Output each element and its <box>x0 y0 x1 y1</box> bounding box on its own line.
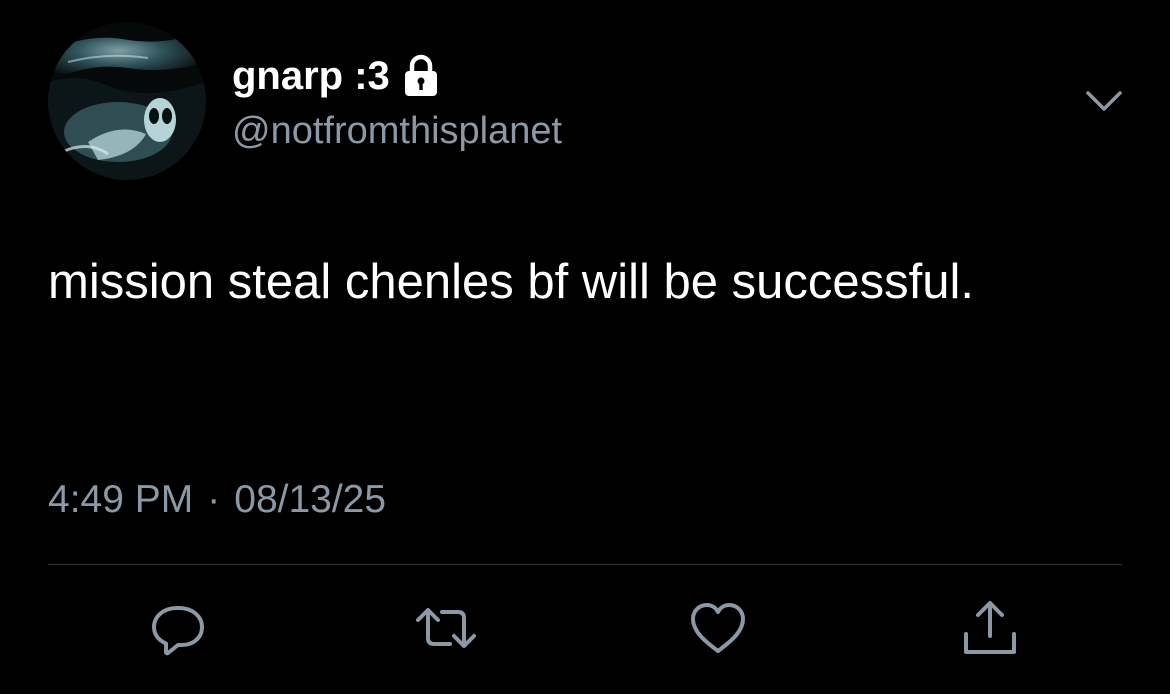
retweet-icon <box>416 608 476 648</box>
user-handle[interactable]: @notfromthisplanet <box>232 108 562 154</box>
reply-icon <box>152 606 204 656</box>
meta-separator: · <box>207 478 221 521</box>
alien-ultrasound-avatar-image <box>48 22 206 180</box>
avatar[interactable] <box>48 22 206 180</box>
tweet-date: 08/13/25 <box>234 478 387 521</box>
display-name-text: gnarp :3 <box>232 54 390 98</box>
tweet-text: mission steal chenles bf will be success… <box>48 255 974 309</box>
reply-button[interactable] <box>146 596 210 660</box>
tweet: gnarp :3 @notfromthisplanet mission stea… <box>0 0 1170 694</box>
tweet-timestamp[interactable]: 4:49 PM · 08/13/25 <box>48 476 386 524</box>
display-name[interactable]: gnarp :3 <box>232 52 440 100</box>
lock-icon <box>402 54 440 98</box>
divider <box>48 564 1122 565</box>
tweet-time: 4:49 PM <box>48 478 194 521</box>
share-icon <box>964 601 1016 654</box>
chevron-down-icon[interactable] <box>1084 86 1124 116</box>
like-button[interactable] <box>686 596 750 660</box>
retweet-button[interactable] <box>414 596 478 660</box>
share-button[interactable] <box>958 596 1022 660</box>
heart-icon <box>691 603 745 653</box>
